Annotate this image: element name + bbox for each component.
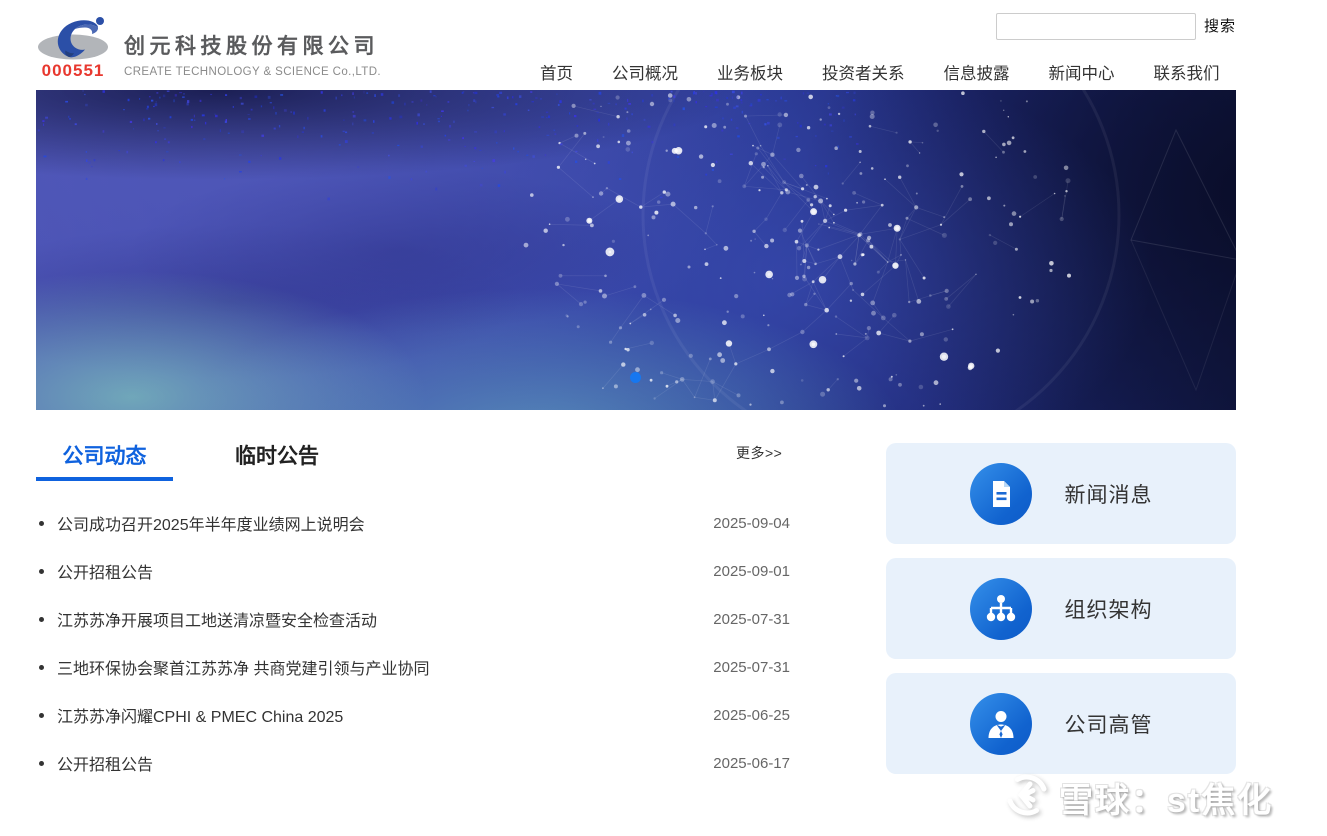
stock-code: 000551 — [41, 61, 105, 80]
card-label: 组织架构 — [1064, 598, 1153, 622]
quick-link-cards: 新闻消息 组织架构 公司高管 — [886, 443, 1236, 788]
news-list-item[interactable]: 公开招租公告 2025-06-17 — [36, 739, 790, 787]
card-label: 新闻消息 — [1064, 483, 1153, 507]
executive-person-icon — [969, 692, 1032, 755]
news-title[interactable]: 公司成功召开2025年半年度业绩网上说明会 — [57, 511, 713, 535]
bullet-icon — [39, 712, 44, 718]
news-title[interactable]: 江苏苏净闪耀CPHI & PMEC China 2025 — [57, 703, 713, 727]
news-list-item[interactable]: 三地环保协会聚首江苏苏净 共商党建引领与产业协同 2025-07-31 — [36, 643, 790, 691]
news-date: 2025-07-31 — [713, 658, 790, 676]
news-list-item[interactable]: 江苏苏净开展项目工地送清凉暨安全检查活动 2025-07-31 — [36, 595, 790, 643]
search-button[interactable]: 搜索 — [1204, 15, 1236, 36]
news-document-icon — [969, 462, 1032, 525]
news-date: 2025-07-31 — [713, 610, 790, 628]
site-header: 000551 创元科技股份有限公司 CREATE TECHNOLOGY & SC… — [0, 0, 1327, 90]
card-executives[interactable]: 公司高管 — [886, 673, 1236, 774]
nav-item-business[interactable]: 业务板块 — [717, 60, 783, 84]
nav-item-news-center[interactable]: 新闻中心 — [1049, 60, 1115, 84]
company-names: 创元科技股份有限公司 CREATE TECHNOLOGY & SCIENCE C… — [124, 30, 381, 78]
company-logo[interactable]: 000551 — [36, 12, 110, 81]
news-date: 2025-09-01 — [713, 562, 790, 580]
bullet-icon — [39, 616, 44, 622]
company-name: 创元科技股份有限公司 — [124, 35, 379, 58]
news-date: 2025-06-17 — [713, 754, 790, 772]
news-list-item[interactable]: 公司成功召开2025年半年度业绩网上说明会 2025-09-04 — [36, 499, 790, 547]
company-name-en: CREATE TECHNOLOGY & SCIENCE Co.,LTD. — [124, 66, 382, 78]
card-label: 公司高管 — [1064, 713, 1153, 737]
tab-company-news[interactable]: 公司动态 — [36, 441, 173, 481]
hero-banner — [36, 90, 1236, 410]
nav-item-investor-relations[interactable]: 投资者关系 — [822, 60, 905, 84]
nav-item-company-profile[interactable]: 公司概况 — [612, 60, 678, 84]
banner-particles-decor — [37, 90, 1236, 410]
more-link[interactable]: 更多>> — [736, 443, 782, 463]
tab-temporary-announcements[interactable]: 临时公告 — [217, 441, 337, 481]
bullet-icon — [39, 568, 44, 574]
nav-item-disclosure[interactable]: 信息披露 — [944, 60, 1010, 84]
search-input[interactable] — [996, 13, 1196, 40]
nav-item-home[interactable]: 首页 — [540, 60, 573, 84]
company-logo-icon — [36, 12, 110, 60]
news-title[interactable]: 三地环保协会聚首江苏苏净 共商党建引领与产业协同 — [57, 655, 713, 679]
news-title[interactable]: 公开招租公告 — [57, 751, 713, 775]
news-title[interactable]: 公开招租公告 — [57, 559, 713, 583]
news-date: 2025-06-25 — [713, 706, 790, 724]
bullet-icon — [39, 760, 44, 766]
news-date: 2025-09-04 — [713, 514, 790, 532]
main-nav: 首页 公司概况 业务板块 投资者关系 信息披露 新闻中心 联系我们 — [540, 60, 1220, 84]
nav-item-contact[interactable]: 联系我们 — [1154, 60, 1220, 84]
news-list: 公司成功召开2025年半年度业绩网上说明会 2025-09-04 公开招租公告 … — [36, 499, 790, 787]
news-list-item[interactable]: 公开招租公告 2025-09-01 — [36, 547, 790, 595]
bullet-icon — [39, 520, 44, 526]
org-chart-icon — [969, 577, 1032, 640]
news-list-item[interactable]: 江苏苏净闪耀CPHI & PMEC China 2025 2025-06-25 — [36, 691, 790, 739]
bullet-icon — [39, 664, 44, 670]
news-tabs: 公司动态 临时公告 — [36, 441, 337, 481]
carousel-dot[interactable] — [630, 372, 641, 383]
card-org-structure[interactable]: 组织架构 — [886, 558, 1236, 659]
news-title[interactable]: 江苏苏净开展项目工地送清凉暨安全检查活动 — [57, 607, 713, 631]
card-news-messages[interactable]: 新闻消息 — [886, 443, 1236, 544]
